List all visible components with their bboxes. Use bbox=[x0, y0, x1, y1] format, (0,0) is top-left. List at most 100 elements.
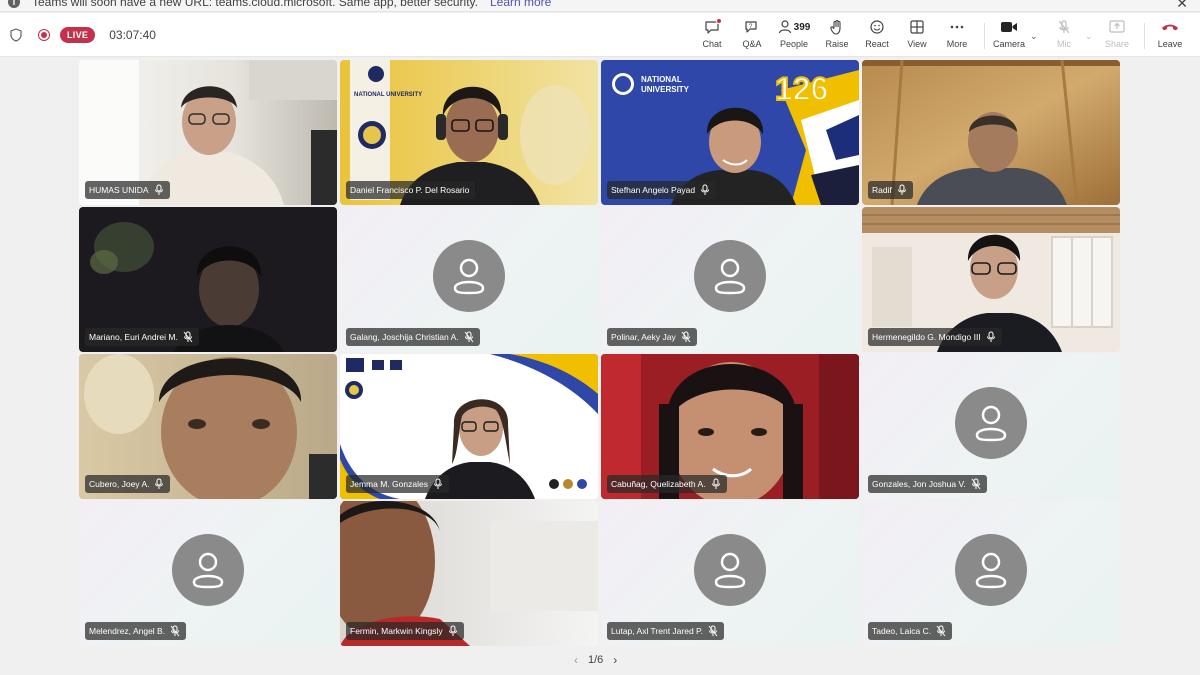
participant-tile[interactable]: Gonzales, Jon Joshua V. bbox=[862, 354, 1120, 499]
mic-button[interactable]: Mic bbox=[1040, 17, 1088, 53]
avatar bbox=[172, 533, 244, 606]
participant-name: Lutap, Axl Trent Jared P. bbox=[611, 626, 703, 636]
grid-view-icon bbox=[910, 20, 924, 34]
camera-button[interactable]: Camera bbox=[985, 17, 1033, 53]
meeting-timer: 03:07:40 bbox=[109, 28, 156, 42]
qa-button[interactable]: ? Q&A bbox=[728, 17, 776, 53]
share-label: Share bbox=[1104, 39, 1130, 49]
nu-logo-text: NATIONAL UNIVERSITY bbox=[354, 92, 422, 98]
participant-name: Hermenegildo G. Mondigo III bbox=[872, 332, 981, 342]
avatar bbox=[955, 386, 1027, 459]
participant-name-tag: Tadeo, Laica C. bbox=[868, 622, 953, 640]
svg-text:NATIONAL: NATIONAL bbox=[641, 75, 682, 84]
participant-name-tag: Cubero, Joey A. bbox=[85, 475, 171, 493]
participant-name: Daniel Francisco P. Del Rosario bbox=[350, 185, 470, 195]
gallery-pagination: ‹ 1/6 › bbox=[574, 652, 617, 668]
qa-label: Q&A bbox=[742, 39, 762, 49]
leave-button[interactable]: Leave bbox=[1146, 17, 1194, 53]
participant-name-tag: Radif bbox=[868, 181, 913, 199]
view-label: View bbox=[907, 39, 927, 49]
close-icon[interactable]: ✕ bbox=[1176, 0, 1188, 11]
participant-name: Tadeo, Laica C. bbox=[872, 626, 932, 636]
participant-name: Mariano, Euri Andrei M. bbox=[89, 332, 178, 342]
participant-name: Stefhan Angelo Payad bbox=[611, 185, 696, 195]
camera-label: Camera bbox=[992, 39, 1025, 49]
share-button[interactable]: Share bbox=[1093, 17, 1141, 53]
participant-grid: HUMAS UNIDA NATIONAL UNIVERSITY Daniel F… bbox=[79, 60, 1122, 646]
participant-name-tag: Cabuñag, Quelizabeth A. bbox=[607, 475, 727, 493]
participant-tile[interactable]: Radif bbox=[862, 60, 1120, 205]
participant-name: Galang, Joschija Christian A. bbox=[350, 332, 459, 342]
notification-banner: i Teams will soon have a new URL: teams.… bbox=[0, 0, 1200, 12]
participant-tile[interactable]: Melendrez, Angel B. bbox=[79, 501, 337, 646]
mic-icon bbox=[986, 331, 995, 342]
participant-name: Jemma M. Gonzales bbox=[350, 479, 428, 489]
person-icon bbox=[975, 405, 1007, 441]
participant-name-tag: Polinar, Aeky Jay bbox=[607, 328, 697, 346]
participant-name-tag: Hermenegildo G. Mondigo III bbox=[868, 328, 1002, 346]
participant-tile[interactable]: NATIONAL UNIVERSITY Daniel Francisco P. … bbox=[340, 60, 598, 205]
hand-icon bbox=[830, 19, 841, 35]
learn-more-link[interactable]: Learn more bbox=[490, 0, 551, 9]
anniversary-logo-text: 126 bbox=[775, 71, 828, 107]
chat-label: Chat bbox=[702, 39, 722, 49]
mic-off-icon bbox=[1058, 20, 1070, 34]
next-page-chevron-icon[interactable]: › bbox=[613, 653, 617, 667]
toolbar-divider bbox=[1144, 23, 1145, 49]
avatar bbox=[955, 533, 1027, 606]
mic-muted-icon bbox=[708, 625, 718, 637]
participant-name: Fermin, Markwin Kingsly bbox=[350, 626, 443, 636]
person-icon bbox=[192, 552, 224, 588]
participant-name-tag: HUMAS UNIDA bbox=[85, 181, 170, 199]
shield-icon[interactable] bbox=[10, 28, 22, 42]
person-icon bbox=[714, 258, 746, 294]
participant-name-tag: Fermin, Markwin Kingsly bbox=[346, 622, 464, 640]
camera-icon bbox=[1001, 22, 1017, 32]
people-count: 399 bbox=[793, 21, 811, 33]
person-icon bbox=[714, 552, 746, 588]
participant-name: Gonzales, Jon Joshua V. bbox=[872, 479, 966, 489]
mic-muted-icon bbox=[936, 625, 946, 637]
participant-name-tag: Gonzales, Jon Joshua V. bbox=[868, 475, 987, 493]
smile-icon bbox=[870, 20, 884, 34]
participant-tile[interactable]: NATIONAL UNIVERSITY 126 Stefhan Angelo P… bbox=[601, 60, 859, 205]
participant-name-tag: Daniel Francisco P. Del Rosario bbox=[346, 181, 476, 199]
info-icon: i bbox=[8, 0, 20, 8]
participant-tile[interactable]: Lutap, Axl Trent Jared P. bbox=[601, 501, 859, 646]
participant-tile[interactable]: Cabuñag, Quelizabeth A. bbox=[601, 354, 859, 499]
live-badge: LIVE bbox=[60, 27, 96, 43]
raise-label: Raise bbox=[825, 39, 849, 49]
people-icon bbox=[778, 20, 791, 34]
participant-name-tag: Galang, Joschija Christian A. bbox=[346, 328, 480, 346]
participant-tile[interactable]: Polinar, Aeky Jay bbox=[601, 207, 859, 352]
participant-tile[interactable]: Fermin, Markwin Kingsly bbox=[340, 501, 598, 646]
participant-tile[interactable]: Hermenegildo G. Mondigo III bbox=[862, 207, 1120, 352]
avatar bbox=[694, 533, 766, 606]
people-button[interactable]: 399 People bbox=[770, 17, 818, 53]
participant-tile[interactable]: Jemma M. Gonzales bbox=[340, 354, 598, 499]
more-button[interactable]: More bbox=[933, 17, 981, 53]
participant-name: HUMAS UNIDA bbox=[89, 185, 149, 195]
avatar bbox=[433, 239, 505, 312]
participant-name: Polinar, Aeky Jay bbox=[611, 332, 676, 342]
page-indicator: 1/6 bbox=[588, 654, 604, 666]
participant-name-tag: Mariano, Euri Andrei M. bbox=[85, 328, 199, 346]
mic-icon bbox=[154, 184, 163, 195]
mic-icon bbox=[155, 478, 164, 489]
leave-label: Leave bbox=[1157, 39, 1183, 49]
participant-tile[interactable]: Mariano, Euri Andrei M. bbox=[79, 207, 337, 352]
participant-tile[interactable]: Galang, Joschija Christian A. bbox=[340, 207, 598, 352]
mic-options-chevron-icon[interactable]: ⌄ bbox=[1085, 31, 1093, 42]
camera-options-chevron-icon[interactable]: ⌄ bbox=[1030, 31, 1038, 42]
mic-muted-icon bbox=[170, 625, 180, 637]
participant-name: Cabuñag, Quelizabeth A. bbox=[611, 479, 706, 489]
mic-icon bbox=[711, 478, 720, 489]
participant-name: Cubero, Joey A. bbox=[89, 479, 150, 489]
people-label: People bbox=[779, 39, 809, 49]
mic-icon bbox=[448, 625, 457, 636]
participant-tile[interactable]: Cubero, Joey A. bbox=[79, 354, 337, 499]
meeting-toolbar: LIVE 03:07:40 Chat ? Q&A 399 People Rais… bbox=[0, 13, 1200, 57]
participant-tile[interactable]: Tadeo, Laica C. bbox=[862, 501, 1120, 646]
participant-tile[interactable]: HUMAS UNIDA bbox=[79, 60, 337, 205]
previous-page-chevron-icon[interactable]: ‹ bbox=[574, 653, 578, 667]
